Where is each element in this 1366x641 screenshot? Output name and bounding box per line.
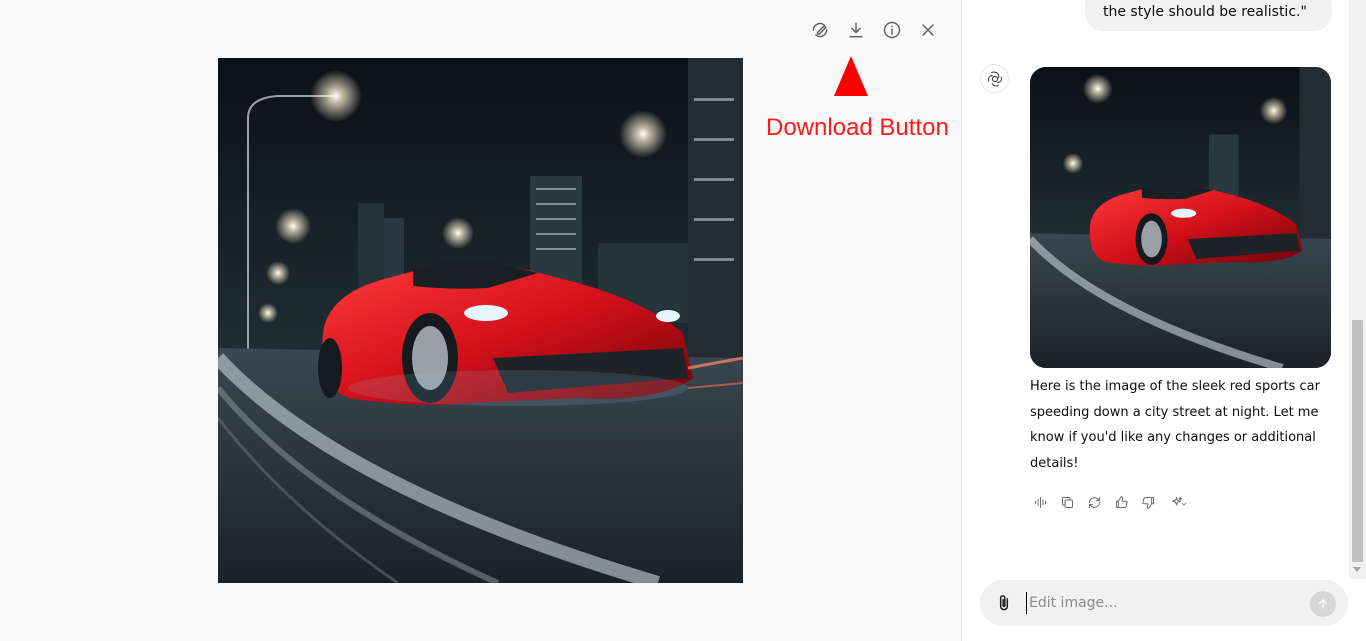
thumbs-up-button[interactable] bbox=[1113, 494, 1129, 510]
download-button[interactable] bbox=[842, 16, 870, 44]
copy-icon bbox=[1061, 496, 1073, 508]
car-thumbnail-art bbox=[1030, 67, 1331, 368]
close-button[interactable] bbox=[914, 16, 942, 44]
edit-image-button[interactable] bbox=[806, 16, 834, 44]
switch-model-button[interactable] bbox=[1167, 494, 1191, 510]
app-root: Download Button the style should be real… bbox=[0, 0, 1366, 641]
scrollbar-thumb[interactable] bbox=[1352, 320, 1363, 562]
composer bbox=[980, 580, 1348, 626]
chat-panel: the style should be realistic." Here is … bbox=[962, 0, 1366, 641]
thumbs-down-icon bbox=[1141, 496, 1154, 509]
read-aloud-button[interactable] bbox=[1032, 494, 1048, 510]
thumbs-up-icon bbox=[1115, 495, 1128, 508]
generated-image[interactable] bbox=[218, 58, 743, 583]
regenerate-icon bbox=[1088, 496, 1100, 508]
edit-brush-icon bbox=[812, 22, 828, 38]
car-image-art bbox=[218, 58, 743, 583]
thumbs-down-button[interactable] bbox=[1140, 494, 1156, 510]
assistant-message-text: Here is the image of the sleek red sport… bbox=[1030, 379, 1320, 471]
sparkle-model-icon bbox=[1172, 496, 1187, 505]
send-button[interactable] bbox=[1310, 591, 1336, 617]
user-message-bubble: the style should be realistic." bbox=[1085, 0, 1332, 31]
annotation-arrow bbox=[834, 56, 868, 96]
info-button[interactable] bbox=[878, 16, 906, 44]
download-icon bbox=[849, 22, 863, 38]
attach-button[interactable] bbox=[994, 593, 1014, 613]
edit-image-input[interactable] bbox=[1026, 592, 1296, 614]
openai-logo-icon bbox=[987, 71, 1002, 87]
arrow-up-icon bbox=[1318, 599, 1328, 609]
user-message-text: the style should be realistic." bbox=[1103, 4, 1307, 20]
regenerate-button[interactable] bbox=[1086, 494, 1102, 510]
annotation-label: Download Button bbox=[766, 114, 949, 141]
image-viewer: Download Button bbox=[0, 0, 961, 641]
close-icon bbox=[922, 24, 934, 36]
scroll-down-arrow-icon[interactable] bbox=[1353, 567, 1361, 572]
read-aloud-icon bbox=[1034, 496, 1046, 508]
assistant-image-thumbnail[interactable] bbox=[1030, 67, 1331, 368]
message-actions bbox=[1032, 494, 1191, 510]
paperclip-icon bbox=[999, 595, 1009, 611]
chat-scrollbar[interactable] bbox=[1349, 0, 1366, 579]
info-icon bbox=[883, 21, 901, 39]
viewer-toolbar bbox=[806, 16, 942, 44]
assistant-avatar bbox=[980, 64, 1009, 93]
copy-button[interactable] bbox=[1059, 494, 1075, 510]
